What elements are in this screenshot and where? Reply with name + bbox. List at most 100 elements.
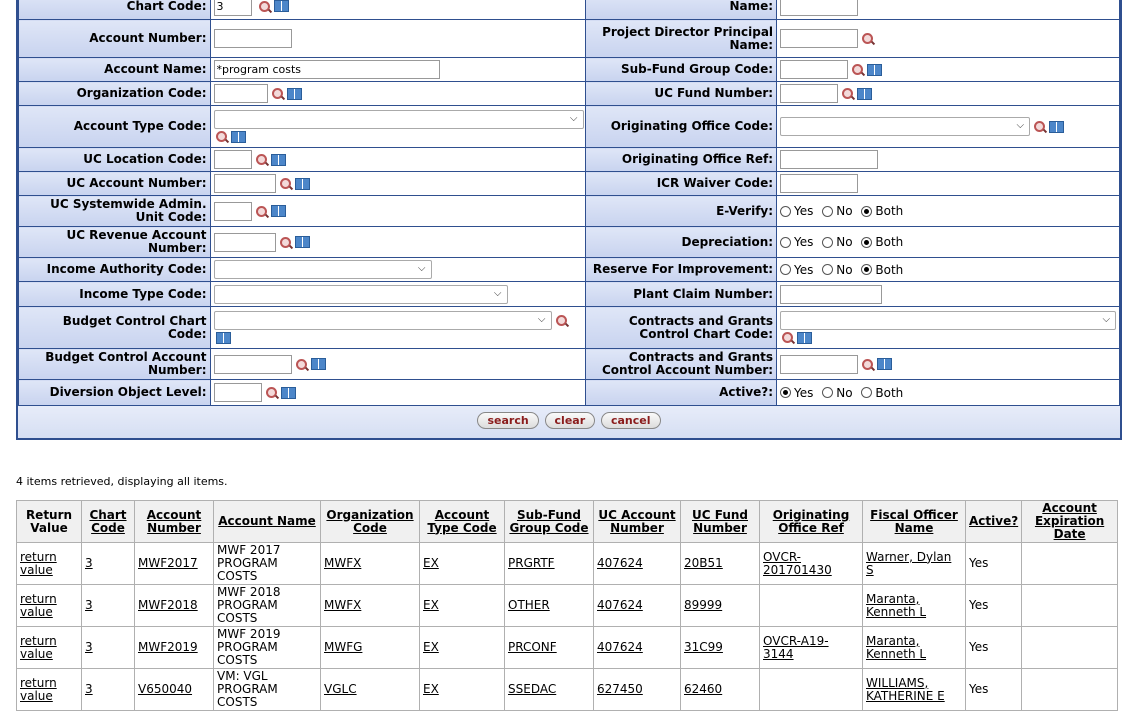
search-icon[interactable] [842,88,854,99]
search-icon[interactable] [862,358,874,370]
col-uc-fund-number[interactable]: UC Fund Number [680,500,760,543]
account-number-link[interactable]: MWF2019 [138,640,198,654]
name-input[interactable] [780,0,859,16]
book-icon[interactable] [857,87,873,100]
return-value-link[interactable]: return value [20,676,57,703]
account-number-input[interactable] [213,29,292,48]
return-value-link[interactable]: return value [20,550,57,577]
book-icon[interactable] [270,205,286,217]
account-number-link[interactable]: MWF2017 [138,556,198,570]
search-icon[interactable] [279,236,291,248]
uc-location-code-input[interactable] [213,150,252,169]
fiscal-officer-link[interactable]: Maranta, Kenneth L [866,592,926,619]
search-icon[interactable] [555,315,567,326]
e-verify-no-radio[interactable] [822,205,834,217]
account-type-code-link[interactable]: EX [423,598,439,612]
col-sub-fund-group-code[interactable]: Sub-Fund Group Code [504,500,594,543]
search-icon[interactable] [279,178,291,189]
return-value-link[interactable]: return value [20,634,57,661]
chart-code-link[interactable]: 3 [85,640,93,654]
active-no-radio[interactable] [822,387,834,399]
uc-admin-unit-code-input[interactable] [213,201,252,221]
book-icon[interactable] [294,236,310,248]
search-button[interactable]: search [477,412,539,429]
uc-fund-number-link[interactable]: 89999 [684,598,722,612]
reserve-both-radio[interactable] [861,264,873,276]
search-icon[interactable] [215,131,227,142]
depreciation-both-radio[interactable] [861,236,873,248]
col-organization-code[interactable]: Organization Code [320,500,420,543]
account-type-code-link[interactable]: EX [423,640,439,654]
search-icon[interactable] [259,0,271,12]
return-value-link[interactable]: return value [20,592,57,619]
reserve-yes-radio[interactable] [780,264,792,276]
active-both-radio[interactable] [861,387,873,399]
reserve-no-radio[interactable] [822,264,834,276]
search-icon[interactable] [852,64,864,75]
col-chart-code[interactable]: Chart Code [81,500,135,543]
account-type-code-link[interactable]: EX [423,556,439,570]
depreciation-yes-radio[interactable] [780,236,792,248]
uc-account-number-link[interactable]: 407624 [597,598,643,612]
uc-fund-number-link[interactable]: 31C99 [684,640,723,654]
sub-fund-group-link[interactable]: SSEDAC [508,682,556,696]
uc-fund-number-link[interactable]: 20B51 [684,556,723,570]
col-uc-account-number[interactable]: UC Account Number [593,500,681,543]
sub-fund-group-link[interactable]: PRCONF [508,640,557,654]
cancel-button[interactable]: cancel [600,412,661,429]
uc-revenue-account-input[interactable] [213,232,276,252]
fiscal-officer-link[interactable]: WILLIAMS, KATHERINE E [866,676,945,703]
organization-code-input[interactable] [213,84,268,103]
organization-code-link[interactable]: MWFX [324,556,361,570]
col-account-number[interactable]: Account Number [134,500,214,543]
uc-account-number-link[interactable]: 627450 [597,682,643,696]
originating-office-select[interactable]: ⌵ [780,117,1031,136]
chart-code-link[interactable]: 3 [85,598,93,612]
originating-office-ref-input[interactable] [780,150,879,169]
col-active[interactable]: Active? [964,500,1023,543]
organization-code-link[interactable]: MWFG [324,640,362,654]
col-account-expiration-date[interactable]: Account Expiration Date [1021,500,1118,543]
fiscal-officer-link[interactable]: Maranta, Kenneth L [866,634,926,661]
uc-fund-number-link[interactable]: 62460 [684,682,722,696]
book-icon[interactable] [280,386,296,399]
income-type-select[interactable]: ⌵ [213,284,508,304]
book-icon[interactable] [867,63,883,76]
depreciation-no-radio[interactable] [822,236,834,248]
book-icon[interactable] [286,87,302,100]
project-director-input[interactable] [780,29,859,48]
cg-control-chart-select[interactable]: ⌵ [780,311,1117,330]
search-icon[interactable] [265,387,277,398]
sub-fund-group-link[interactable]: OTHER [508,598,550,612]
book-icon[interactable] [230,130,246,143]
book-icon[interactable] [310,358,326,370]
account-number-link[interactable]: MWF2018 [138,598,198,612]
originating-office-ref-link[interactable]: OVCR-A19-3144 [763,634,829,661]
e-verify-both-radio[interactable] [861,205,873,217]
account-type-code-link[interactable]: EX [423,682,439,696]
budget-control-chart-select[interactable]: ⌵ [213,311,552,330]
clear-button[interactable]: clear [544,412,596,429]
search-icon[interactable] [295,358,307,370]
search-icon[interactable] [271,88,283,99]
col-account-name[interactable]: Account Name [213,500,321,543]
budget-control-account-input[interactable] [213,354,292,374]
account-number-link[interactable]: V650040 [138,682,192,696]
uc-fund-number-input[interactable] [780,84,839,103]
uc-account-number-link[interactable]: 407624 [597,556,643,570]
col-fiscal-officer-name[interactable]: Fiscal Officer Name [862,500,966,543]
chart-code-link[interactable]: 3 [85,682,93,696]
fiscal-officer-link[interactable]: Warner, Dylan S [866,550,951,577]
search-icon[interactable] [862,33,874,44]
search-icon[interactable] [782,332,794,343]
uc-account-number-input[interactable] [213,174,276,193]
book-icon[interactable] [274,0,290,12]
organization-code-link[interactable]: VGLC [324,682,357,696]
uc-account-number-link[interactable]: 407624 [597,640,643,654]
organization-code-link[interactable]: MWFX [324,598,361,612]
book-icon[interactable] [877,358,893,370]
e-verify-yes-radio[interactable] [780,205,792,217]
income-authority-select[interactable]: ⌵ [213,260,432,279]
account-name-input[interactable] [213,60,440,79]
originating-office-ref-link[interactable]: OVCR-201701430 [763,550,832,577]
